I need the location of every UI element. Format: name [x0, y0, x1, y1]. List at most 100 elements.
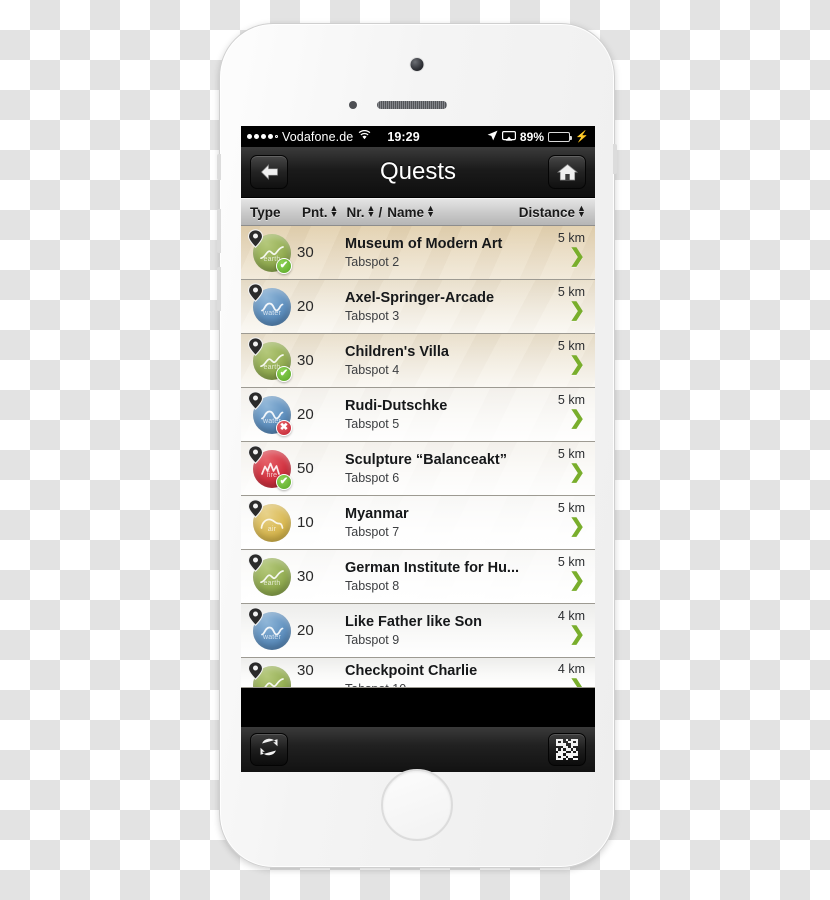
- map-pin-icon: [247, 336, 264, 356]
- nav-bar: Quests: [241, 147, 595, 198]
- home-icon: [556, 163, 578, 182]
- quest-points: 30: [297, 244, 314, 261]
- status-check-icon: ✔: [276, 473, 292, 490]
- map-pin-icon: [247, 228, 264, 248]
- quest-name-column: Checkpoint Charlie Tabspot 10: [345, 662, 541, 687]
- disclosure-chevron-icon[interactable]: ❯: [569, 625, 585, 644]
- quest-distance: 4 km: [557, 662, 585, 676]
- quest-distance-column: 5 km ❯: [541, 501, 587, 545]
- disclosure-chevron-icon[interactable]: ❯: [569, 355, 585, 374]
- refresh-button[interactable]: [250, 733, 288, 766]
- disclosure-chevron-icon[interactable]: ❯: [569, 678, 585, 687]
- quest-subtitle: Tabspot 7: [345, 525, 400, 540]
- quest-points: 30: [297, 662, 314, 679]
- disclosure-chevron-icon[interactable]: ❯: [569, 517, 585, 536]
- quest-list[interactable]: earth ✔ 30 Museum of Modern Art Tabspot 25 k…: [241, 226, 595, 766]
- phone-device-frame: Vodafone.de 19:29 89% ⚡ Quests Type Pnt.…: [217, 23, 617, 868]
- quest-distance: 4 km: [557, 608, 585, 623]
- column-header-type: Type: [250, 204, 281, 220]
- quest-row[interactable]: air 10 Myanmar Tabspot 7 5 km ❯: [241, 496, 595, 550]
- bottom-toolbar: [241, 726, 595, 772]
- quest-points: 20: [297, 406, 314, 423]
- quest-subtitle: Tabspot 8: [345, 579, 400, 594]
- location-arrow-icon: [487, 130, 498, 144]
- status-bar: Vodafone.de 19:29 89% ⚡: [241, 126, 595, 147]
- quest-type-badge: earth ✔: [247, 336, 293, 384]
- quest-name-column: Museum of Modern Art Tabspot 2: [345, 235, 541, 270]
- quest-row[interactable]: water ✖ 20 Rudi-Dutschke Tabspot 5 5 km ❯: [241, 388, 595, 442]
- quest-name-column: Myanmar Tabspot 7: [345, 505, 541, 540]
- disclosure-chevron-icon[interactable]: ❯: [569, 571, 585, 590]
- phone-screen: Vodafone.de 19:29 89% ⚡ Quests Type Pnt.…: [241, 126, 595, 772]
- side-switch[interactable]: [613, 144, 617, 174]
- map-pin-icon: [247, 444, 264, 464]
- back-arrow-icon: [259, 163, 280, 181]
- sort-updown-icon: ▲ ▼: [366, 203, 376, 219]
- home-button[interactable]: [548, 155, 586, 189]
- power-button[interactable]: [217, 154, 221, 180]
- quest-row[interactable]: earth ✔ 30 Museum of Modern Art Tabspot 2 5 k…: [241, 226, 595, 280]
- quest-type-badge: earth: [247, 552, 293, 600]
- quest-row[interactable]: earth ✔ 30 Children's Villa Tabspot 4 5 km ❯: [241, 334, 595, 388]
- quest-distance-column: 5 km ❯: [541, 555, 587, 599]
- element-label: fire: [266, 471, 278, 479]
- qr-code-scan-icon: [556, 738, 578, 761]
- quest-distance-column: 4 km ❯: [541, 609, 587, 653]
- disclosure-chevron-icon[interactable]: ❯: [569, 247, 585, 266]
- quest-title: Children's Villa: [345, 343, 449, 360]
- volume-down-button[interactable]: [217, 267, 221, 311]
- sort-updown-icon: ▲ ▼: [329, 203, 339, 219]
- status-check-icon: ✔: [276, 365, 292, 382]
- table-header-row: Type Pnt. ▲ ▼ Nr. ▲ ▼ / Name ▲ ▼ Distance ▲…: [241, 198, 595, 226]
- sort-updown-icon: ▲ ▼: [426, 203, 436, 219]
- quest-points: 10: [297, 514, 314, 531]
- disclosure-chevron-icon[interactable]: ❯: [569, 301, 585, 320]
- quest-distance-column: 5 km ❯: [541, 339, 587, 383]
- wifi-icon: [358, 129, 371, 143]
- quest-distance-column: 5 km ❯: [541, 231, 587, 275]
- quest-title: Myanmar: [345, 505, 409, 522]
- quest-distance: 5 km: [557, 392, 585, 407]
- quest-row[interactable]: earth 30 German Institute for Hu... Tabspot…: [241, 550, 595, 604]
- qr-scan-button[interactable]: [548, 733, 586, 766]
- quest-points: 30: [297, 568, 314, 585]
- earpiece-speaker: [377, 101, 447, 109]
- quest-subtitle: Tabspot 2: [345, 255, 400, 270]
- column-header-name[interactable]: / Name ▲ ▼: [379, 203, 436, 219]
- quest-type-badge: earth: [247, 661, 293, 687]
- quest-title: Axel-Springer-Arcade: [345, 289, 495, 306]
- volume-up-button[interactable]: [217, 209, 221, 253]
- quest-row[interactable]: water 20 Axel-Springer-Arcade Tabspot 3 5 km…: [241, 280, 595, 334]
- quest-points: 30: [297, 352, 314, 369]
- column-header-points[interactable]: Pnt. ▲ ▼: [302, 203, 339, 219]
- quest-row[interactable]: water 20 Like Father like Son Tabspot 9 4 km…: [241, 604, 595, 658]
- quest-distance-column: 5 km ❯: [541, 393, 587, 437]
- quest-distance: 5 km: [557, 284, 585, 299]
- column-header-distance[interactable]: Distance ▲ ▼: [519, 203, 586, 219]
- airplay-icon: [501, 131, 516, 142]
- sort-updown-icon: ▲ ▼: [577, 203, 586, 219]
- column-header-number[interactable]: Nr. ▲ ▼: [347, 203, 376, 219]
- disclosure-chevron-icon[interactable]: ❯: [569, 409, 585, 428]
- proximity-sensor: [349, 101, 357, 109]
- front-camera: [410, 58, 424, 71]
- quest-distance: 5 km: [557, 446, 585, 461]
- quest-distance: 5 km: [557, 500, 585, 515]
- quest-row[interactable]: earth30 Checkpoint Charlie Tabspot 10 4 km ❯: [241, 658, 595, 688]
- disclosure-chevron-icon[interactable]: ❯: [569, 463, 585, 482]
- quest-row[interactable]: fire ✔ 50 Sculpture “Balanceakt” Tabspot 6 5 …: [241, 442, 595, 496]
- quest-type-badge: earth ✔: [247, 228, 293, 276]
- status-bar-right: 89% ⚡: [487, 130, 589, 144]
- quest-points: 50: [297, 460, 314, 477]
- map-pin-icon: [247, 498, 264, 518]
- element-label: water: [262, 309, 282, 317]
- quest-name-column: Sculpture “Balanceakt” Tabspot 6: [345, 451, 541, 486]
- quest-title: Checkpoint Charlie: [345, 663, 478, 679]
- element-label: water: [262, 633, 282, 641]
- battery-percent-label: 89%: [519, 129, 545, 144]
- quest-name-column: Children's Villa Tabspot 4: [345, 343, 541, 378]
- device-home-button[interactable]: [381, 769, 453, 841]
- status-cross-icon: ✖: [276, 419, 292, 436]
- back-button[interactable]: [250, 155, 288, 189]
- battery-icon: [548, 131, 573, 142]
